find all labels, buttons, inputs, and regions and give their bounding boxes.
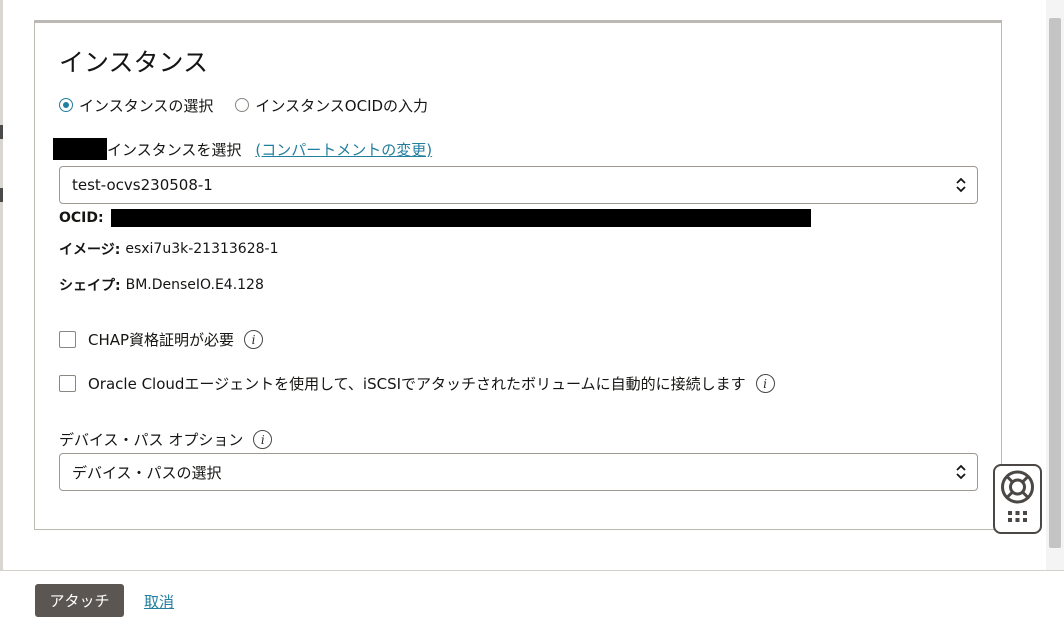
- attach-button[interactable]: アタッチ: [35, 584, 124, 617]
- cancel-link[interactable]: 取消: [144, 591, 174, 612]
- scrollbar-thumb[interactable]: [1049, 18, 1061, 548]
- footer-bar: アタッチ 取消: [0, 570, 1064, 625]
- instance-select[interactable]: test-ocvs230508-1: [59, 166, 978, 204]
- radio-select-instance-label[interactable]: インスタンスの選択: [79, 95, 213, 116]
- oracle-agent-label[interactable]: Oracle Cloudエージェントを使用して、iSCSIでアタッチされたボリュ…: [88, 373, 746, 394]
- instance-select-value: test-ocvs230508-1: [72, 176, 213, 194]
- image-line: イメージ: esxi7u3k-21313628-1: [59, 239, 278, 259]
- chap-row: CHAP資格証明が必要 i: [59, 329, 264, 350]
- device-path-label: デバイス・パス オプション: [59, 431, 244, 449]
- grid-dots-icon: [1008, 511, 1027, 522]
- shape-value: BM.DenseIO.E4.128: [125, 277, 264, 293]
- select-instance-label: インスタンスを選択: [107, 140, 242, 159]
- select-instance-label-row: インスタンスを選択 (コンパートメントの変更): [53, 137, 432, 161]
- device-path-label-row: デバイス・パス オプション i: [59, 429, 273, 450]
- ocid-key: OCID:: [59, 210, 104, 226]
- info-icon[interactable]: i: [755, 374, 775, 393]
- left-edge-mark: [0, 188, 3, 202]
- help-widget[interactable]: [993, 464, 1042, 534]
- chap-checkbox[interactable]: [59, 331, 76, 348]
- radio-enter-ocid-label[interactable]: インスタンスOCIDの入力: [255, 95, 428, 116]
- ocid-line: OCID:: [59, 209, 811, 227]
- radio-select-instance[interactable]: [59, 98, 73, 112]
- info-icon[interactable]: i: [244, 330, 264, 349]
- up-down-chevron-icon: [956, 464, 966, 480]
- instance-panel: インスタンス インスタンスの選択 インスタンスOCIDの入力 インスタンスを選択…: [34, 20, 1002, 530]
- oracle-agent-row: Oracle Cloudエージェントを使用して、iSCSIでアタッチされたボリュ…: [59, 373, 775, 394]
- image-key: イメージ:: [59, 242, 121, 258]
- chap-label[interactable]: CHAP資格証明が必要: [88, 329, 234, 350]
- left-edge-mark: [0, 125, 3, 139]
- up-down-chevron-icon: [956, 177, 966, 193]
- image-value: esxi7u3k-21313628-1: [125, 241, 279, 257]
- lifebuoy-icon[interactable]: [995, 466, 1040, 532]
- left-edge: [0, 0, 3, 570]
- device-path-select[interactable]: デバイス・パスの選択: [59, 453, 978, 491]
- instance-mode-radio-group: インスタンスの選択 インスタンスOCIDの入力: [59, 95, 450, 115]
- redacted-compartment: [53, 138, 107, 160]
- device-path-select-placeholder: デバイス・パスの選択: [72, 463, 222, 482]
- shape-line: シェイプ: BM.DenseIO.E4.128: [59, 275, 264, 295]
- info-icon[interactable]: i: [253, 430, 273, 449]
- redacted-ocid: [110, 209, 811, 227]
- change-compartment-link[interactable]: (コンパートメントの変更): [255, 139, 432, 160]
- radio-enter-ocid[interactable]: [235, 98, 250, 112]
- panel-title: インスタンス: [59, 48, 209, 77]
- oracle-agent-checkbox[interactable]: [59, 375, 76, 392]
- shape-key: シェイプ:: [59, 278, 121, 294]
